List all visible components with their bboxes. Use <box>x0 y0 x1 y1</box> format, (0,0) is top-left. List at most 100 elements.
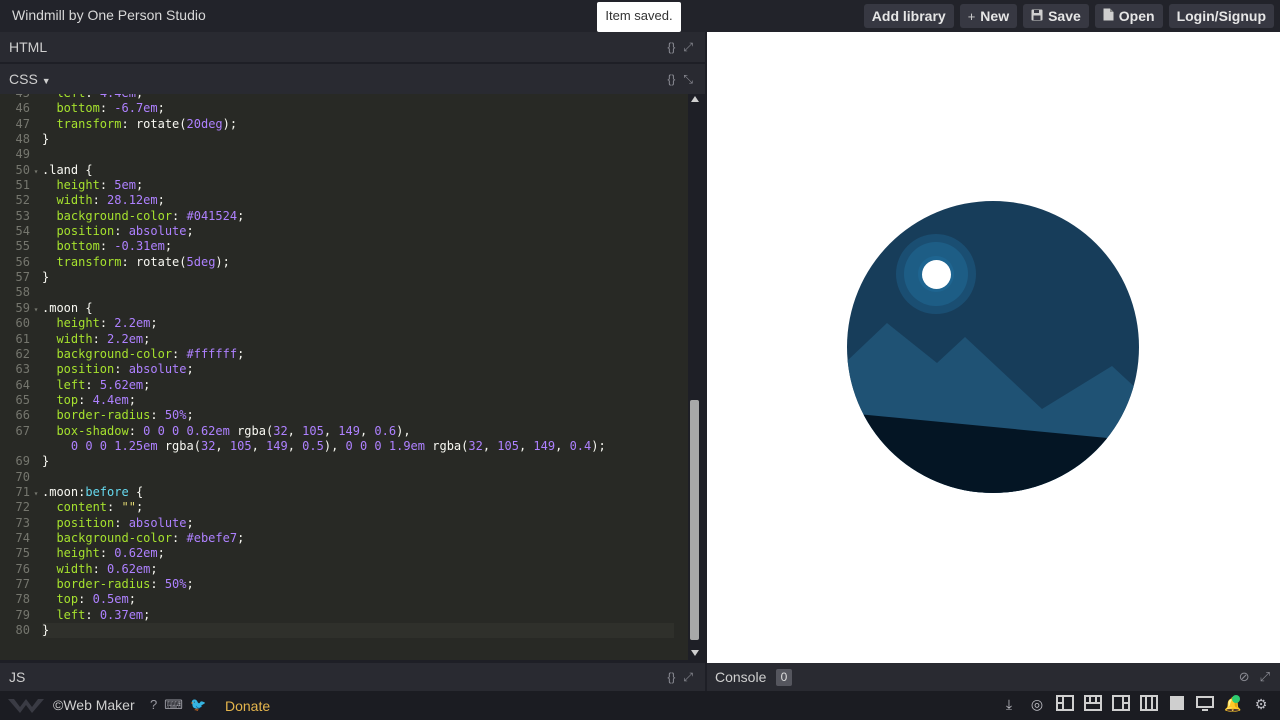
open-label: Open <box>1118 8 1155 24</box>
code-line[interactable]: 58 <box>0 285 688 300</box>
braces-icon[interactable]: {} <box>667 72 675 87</box>
code-line[interactable]: 78 top: 0.5em; <box>0 592 688 607</box>
layout-3-icon[interactable] <box>1112 695 1130 713</box>
code-line[interactable]: 69} <box>0 454 688 469</box>
line-number: 51 <box>15 178 30 193</box>
code-line[interactable]: 76 width: 0.62em; <box>0 562 688 577</box>
code-text: background-color: #ffffff; <box>56 346 245 361</box>
expand-icon[interactable]: ⤢ <box>683 40 693 55</box>
code-line[interactable]: 60 height: 2.2em; <box>0 316 688 331</box>
code-line[interactable]: 67 box-shadow: 0 0 0 0.62em rgba(32, 105… <box>0 424 688 439</box>
scroll-down-arrow-icon[interactable] <box>691 650 699 656</box>
download-icon[interactable]: ⤓ <box>1000 695 1018 713</box>
code-line[interactable]: 71 ▾ .moon:before { <box>0 485 688 500</box>
code-line[interactable]: 70 <box>0 470 688 485</box>
css-code-editor[interactable]: 45 left: 4.4em;46 bottom: -6.7em;47 tran… <box>0 94 688 660</box>
top-bar: Windmill by One Person Studio Item saved… <box>0 0 1280 32</box>
html-pane-header[interactable]: HTML {} ⤢ <box>0 32 705 62</box>
twitter-icon[interactable]: 🐦 <box>190 697 206 713</box>
layout-2-icon[interactable] <box>1084 695 1102 713</box>
css-pane-title: CSS ▼ <box>9 71 51 87</box>
code-text: transform: rotate(20deg); <box>56 116 238 131</box>
code-line[interactable]: 73 position: absolute; <box>0 516 688 531</box>
settings-icon[interactable]: ⚙ <box>1252 695 1270 713</box>
notification-dot <box>1232 695 1240 703</box>
code-line[interactable]: 51 height: 5em; <box>0 178 688 193</box>
donate-link[interactable]: Donate <box>225 698 270 714</box>
code-line[interactable]: 74 background-color: #ebefe7; <box>0 531 688 546</box>
fold-arrow-icon[interactable]: ▾ <box>30 486 42 501</box>
new-button[interactable]: + New <box>959 4 1018 28</box>
collapse-icon[interactable]: ⤡ <box>683 72 693 87</box>
app-title[interactable]: Windmill by One Person Studio <box>12 7 206 23</box>
code-line[interactable]: 62 background-color: #ffffff; <box>0 347 688 362</box>
layout-1-icon[interactable] <box>1056 695 1074 713</box>
fold-arrow-icon[interactable]: ▾ <box>30 302 42 317</box>
fullscreen-icon[interactable] <box>1168 695 1186 713</box>
login-signup-button[interactable]: Login/Signup <box>1168 4 1274 28</box>
scroll-thumb[interactable] <box>690 400 699 640</box>
chevron-down-icon[interactable]: ▼ <box>42 76 51 86</box>
code-line[interactable]: 79 left: 0.37em; <box>0 608 688 623</box>
code-line[interactable]: 52 width: 28.12em; <box>0 193 688 208</box>
code-line[interactable]: 50 ▾ .land { <box>0 163 688 178</box>
mountains-and-land <box>847 323 1139 493</box>
open-button[interactable]: Open <box>1094 4 1163 28</box>
code-line[interactable]: 46 bottom: -6.7em; <box>0 101 688 116</box>
layout-4-icon[interactable] <box>1140 695 1158 713</box>
line-number: 72 <box>15 500 30 515</box>
line-number: 66 <box>15 408 30 423</box>
code-line[interactable]: 75 height: 0.62em; <box>0 546 688 561</box>
notification-icon[interactable]: 🔔 <box>1224 695 1242 713</box>
add-library-button[interactable]: Add library <box>863 4 954 28</box>
code-line[interactable]: 48} <box>0 132 688 147</box>
code-line[interactable]: 47 transform: rotate(20deg); <box>0 117 688 132</box>
console-header[interactable]: Console 0 ⊘ ⤢ <box>707 663 1280 691</box>
code-text: height: 5em; <box>56 178 144 193</box>
braces-icon[interactable]: {} <box>667 670 675 685</box>
footer-left-icons: ? ⌨ 🐦 <box>150 697 206 713</box>
code-line[interactable]: 57} <box>0 270 688 285</box>
line-number: 49 <box>15 147 30 162</box>
scroll-up-arrow-icon[interactable] <box>691 96 699 102</box>
line-number: 46 <box>15 101 30 116</box>
code-line[interactable]: 61 width: 2.2em; <box>0 332 688 347</box>
save-button[interactable]: Save <box>1023 4 1089 28</box>
brand-link[interactable]: ©Web Maker <box>53 697 135 713</box>
code-line[interactable]: 80} <box>0 623 688 639</box>
editor-scrollbar[interactable] <box>688 94 702 660</box>
expand-icon[interactable]: ⤢ <box>683 670 693 685</box>
code-line[interactable]: 49 <box>0 147 688 162</box>
code-text: 0 0 0 1.25em rgba(32, 105, 149, 0.5), 0 … <box>70 438 606 453</box>
help-icon[interactable]: ? <box>150 697 157 713</box>
codepen-icon[interactable]: ◎ <box>1028 695 1046 713</box>
code-line[interactable]: 66 border-radius: 50%; <box>0 408 688 423</box>
code-text: } <box>42 623 50 638</box>
code-text: width: 0.62em; <box>56 561 158 576</box>
code-line[interactable]: 64 left: 5.62em; <box>0 378 688 393</box>
css-pane-header[interactable]: CSS ▼ {} ⤡ <box>0 64 705 94</box>
braces-icon[interactable]: {} <box>667 40 675 55</box>
code-text: .land { <box>42 162 93 177</box>
code-line[interactable]: 55 bottom: -0.31em; <box>0 239 688 254</box>
fold-arrow-icon[interactable]: ▾ <box>30 164 42 179</box>
code-line[interactable]: 54 position: absolute; <box>0 224 688 239</box>
active-line-highlight <box>42 623 674 639</box>
code-line[interactable]: 72 content: ""; <box>0 500 688 515</box>
code-line[interactable]: 0 0 0 1.25em rgba(32, 105, 149, 0.5), 0 … <box>0 439 688 454</box>
code-line[interactable]: 56 transform: rotate(5deg); <box>0 255 688 270</box>
keyboard-icon[interactable]: ⌨ <box>164 697 183 713</box>
code-line[interactable]: 63 position: absolute; <box>0 362 688 377</box>
clear-console-icon[interactable]: ⊘ <box>1239 669 1250 685</box>
code-line[interactable]: 53 background-color: #041524; <box>0 209 688 224</box>
footer-right-icons: ⤓ ◎ 🔔 ⚙ <box>1000 695 1270 713</box>
code-line[interactable]: 65 top: 4.4em; <box>0 393 688 408</box>
expand-icon[interactable]: ⤢ <box>1260 669 1270 685</box>
code-text: width: 28.12em; <box>56 193 165 208</box>
js-pane-header[interactable]: JS {} ⤢ <box>0 663 705 691</box>
code-text: width: 2.2em; <box>56 331 151 346</box>
preview-pane[interactable] <box>707 32 1280 663</box>
code-line[interactable]: 77 border-radius: 50%; <box>0 577 688 592</box>
preview-icon[interactable] <box>1196 695 1214 713</box>
code-line[interactable]: 59 ▾ .moon { <box>0 301 688 316</box>
